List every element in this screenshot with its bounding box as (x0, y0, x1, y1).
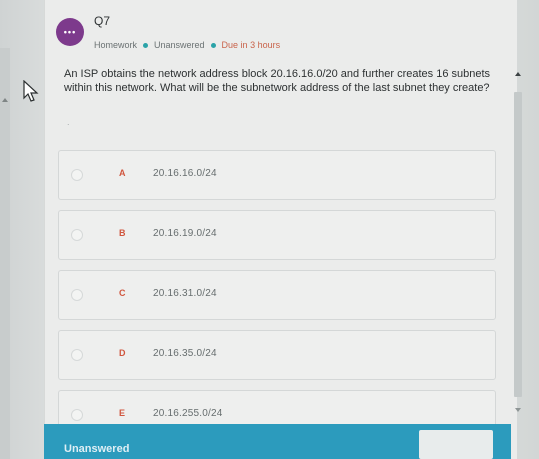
option-text: 20.16.255.0/24 (153, 408, 223, 419)
question-meta: Homework Unanswered Due in 3 hours (94, 40, 280, 50)
answer-option-d[interactable]: D 20.16.35.0/24 (58, 330, 496, 380)
scroll-down-icon[interactable] (515, 408, 521, 412)
question-number: Q7 (94, 14, 111, 28)
radio-button[interactable] (71, 229, 83, 241)
footer-answer-status: Unanswered (64, 443, 130, 455)
option-letter: B (119, 228, 126, 238)
separator-dot-icon (143, 42, 149, 48)
screen: ••• Q7 Homework Unanswered Due in 3 hours … (0, 0, 539, 459)
separator-dot-icon (210, 42, 216, 48)
submit-button[interactable] (419, 430, 493, 459)
option-letter: A (119, 168, 126, 178)
option-text: 20.16.35.0/24 (153, 348, 217, 359)
answer-status: Unanswered (154, 40, 205, 50)
scroll-thumb[interactable] (514, 92, 522, 397)
answer-option-c[interactable]: C 20.16.31.0/24 (58, 270, 496, 320)
option-letter: D (119, 348, 126, 358)
option-text: 20.16.31.0/24 (153, 288, 217, 299)
option-letter: C (119, 288, 126, 298)
content-scrollbar[interactable] (512, 70, 525, 420)
radio-button[interactable] (71, 169, 83, 181)
footer-bar: Unanswered (44, 424, 511, 459)
option-text: 20.16.19.0/24 (153, 228, 217, 239)
question-text: An ISP obtains the network address block… (64, 68, 491, 94)
more-options-icon[interactable]: ••• (56, 18, 84, 46)
answer-option-a[interactable]: A 20.16.16.0/24 (58, 150, 496, 200)
assignment-type: Homework (94, 40, 138, 50)
radio-button[interactable] (71, 349, 83, 361)
option-text: 20.16.16.0/24 (153, 168, 217, 179)
answer-option-b[interactable]: B 20.16.19.0/24 (58, 210, 496, 260)
left-scroll-strip[interactable] (0, 48, 10, 459)
mouse-pointer-icon (23, 80, 39, 102)
radio-button[interactable] (71, 409, 83, 421)
radio-button[interactable] (71, 289, 83, 301)
question-hint: . (67, 117, 70, 127)
scroll-up-icon[interactable] (515, 72, 521, 76)
option-letter: E (119, 408, 126, 418)
scroll-up-arrow-icon[interactable] (2, 98, 8, 102)
due-time: Due in 3 hours (221, 40, 281, 50)
